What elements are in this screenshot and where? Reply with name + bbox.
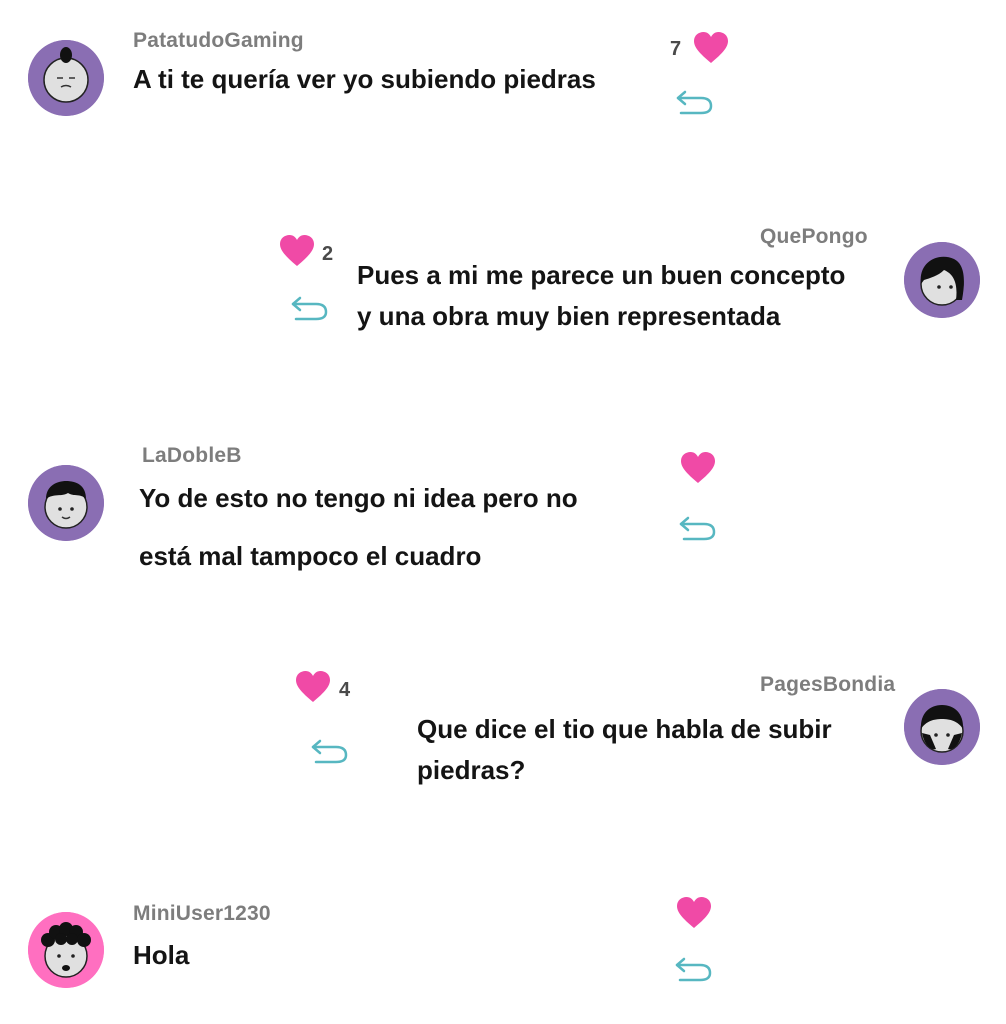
comment-text-line: A ti te quería ver yo subiendo piedras (133, 64, 596, 94)
username[interactable]: PatatudoGaming (133, 29, 304, 53)
like-count: 2 (322, 243, 334, 265)
heart-icon[interactable] (693, 31, 729, 65)
comment-text: Pues a mi me parece un buen concepto y u… (357, 255, 845, 337)
heart-icon[interactable] (295, 670, 331, 704)
reply-icon[interactable] (674, 953, 714, 985)
username[interactable]: PagesBondia (760, 673, 895, 697)
username[interactable]: LaDobleB (142, 444, 242, 468)
comment-text-line: y una obra muy bien representada (357, 301, 781, 331)
comment-text-line: está mal tampoco el cuadro (139, 541, 482, 571)
short-hair-face-icon (28, 465, 104, 541)
comment-text-line: Pues a mi me parece un buen concepto (357, 260, 846, 290)
avatar[interactable] (904, 242, 980, 318)
avatar[interactable] (904, 689, 980, 765)
username[interactable]: MiniUser1230 (133, 902, 271, 926)
long-hair-face-icon (904, 242, 980, 318)
heart-icon[interactable] (680, 451, 716, 485)
like-count: 4 (339, 679, 351, 701)
comment-text: Yo de esto no tengo ni idea pero no está… (139, 469, 578, 585)
comment-text: Hola (133, 940, 189, 971)
reply-icon[interactable] (678, 512, 718, 544)
curly-hair-face-icon (28, 912, 104, 988)
sleepy-face-icon (28, 40, 104, 116)
heart-icon[interactable] (676, 896, 712, 930)
avatar[interactable] (28, 465, 104, 541)
comment-text-line: Yo de esto no tengo ni idea pero no (139, 483, 578, 513)
username[interactable]: QuePongo (760, 225, 868, 249)
comment-text-line: piedras? (417, 755, 526, 785)
avatar[interactable] (28, 40, 104, 116)
like-count: 7 (670, 38, 682, 60)
reply-icon[interactable] (675, 86, 715, 118)
heart-icon[interactable] (279, 234, 315, 268)
avatar[interactable] (28, 912, 104, 988)
comment-text-line: Hola (133, 940, 190, 970)
comment-text-line: Que dice el tio que habla de subir (417, 714, 832, 744)
comment-text: Que dice el tio que habla de subir piedr… (417, 709, 832, 791)
helmet-hair-face-icon (904, 689, 980, 765)
reply-icon[interactable] (290, 292, 330, 324)
comment-text: A ti te quería ver yo subiendo piedras (133, 64, 596, 95)
reply-icon[interactable] (310, 735, 350, 767)
